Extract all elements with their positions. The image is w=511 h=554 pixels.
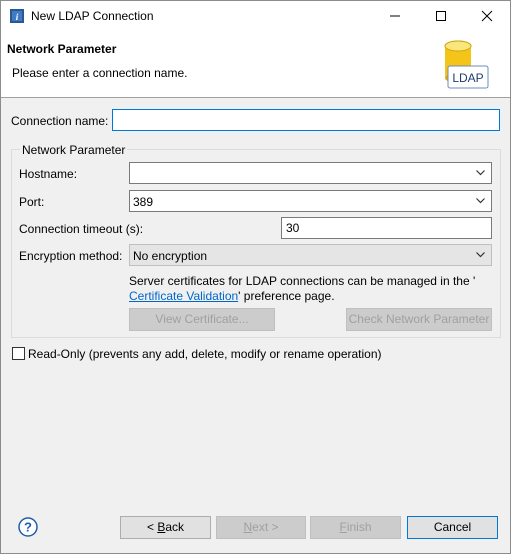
port-value: 389 [133,195,154,209]
minimize-icon [390,15,400,17]
connection-timeout-input[interactable] [281,217,492,239]
encryption-method-value: No encryption [133,249,208,263]
page-description: Please enter a connection name. [12,66,188,80]
connection-timeout-label: Connection timeout (s): [19,222,144,236]
hostname-combo[interactable] [129,162,492,184]
back-prefix: < [146,520,158,534]
cancel-button[interactable]: Cancel [407,516,498,539]
svg-text:?: ? [24,520,32,535]
new-ldap-connection-dialog: i New LDAP Connection Network Parameter … [0,0,511,554]
encryption-method-combo[interactable]: No encryption [129,244,492,266]
next-mnemonic: N [243,520,253,534]
page-title: Network Parameter [7,42,117,56]
window-title: New LDAP Connection [31,9,154,23]
finish-mnemonic: F [339,520,347,534]
connection-name-input[interactable] [112,109,500,131]
help-icon[interactable]: ? [18,517,38,537]
wizard-banner: Network Parameter Please enter a connect… [1,31,510,98]
ldap-database-icon: LDAP [444,40,489,89]
certificate-info-text: Server certificates for LDAP connections… [129,274,476,288]
close-button[interactable] [464,1,510,31]
footer-divider [1,504,510,505]
check-network-parameter-button[interactable]: Check Network Parameter [346,308,492,331]
back-button[interactable]: < Back [120,516,211,539]
finish-rest: inish [346,520,372,534]
minimize-button[interactable] [372,1,418,31]
read-only-checkbox[interactable] [12,347,25,360]
next-rest: ext > [252,520,279,534]
ldap-icon-label: LDAP [452,71,483,85]
maximize-icon [436,11,446,21]
app-icon: i [10,9,24,23]
finish-button[interactable]: Finish [310,516,401,539]
chevron-down-icon[interactable] [476,198,485,204]
next-button[interactable]: Next > [216,516,306,539]
title-bar: i New LDAP Connection [1,1,510,31]
network-parameter-group-title: Network Parameter [20,143,128,157]
back-rest: ack [165,520,185,534]
view-certificate-button[interactable]: View Certificate... [129,308,275,331]
certificate-info-text-end: ' preference page. [238,289,335,303]
encryption-method-label: Encryption method: [19,249,123,263]
hostname-label: Hostname: [19,167,78,181]
certificate-validation-link[interactable]: Certificate Validation [129,289,238,303]
read-only-label[interactable]: Read-Only (prevents any add, delete, mod… [28,347,382,361]
chevron-down-icon[interactable] [476,170,485,176]
port-label: Port: [19,195,45,209]
close-icon [481,10,493,22]
port-combo[interactable]: 389 [129,190,492,212]
chevron-down-icon[interactable] [476,252,485,258]
connection-name-label: Connection name: [11,114,109,128]
maximize-button[interactable] [418,1,464,31]
